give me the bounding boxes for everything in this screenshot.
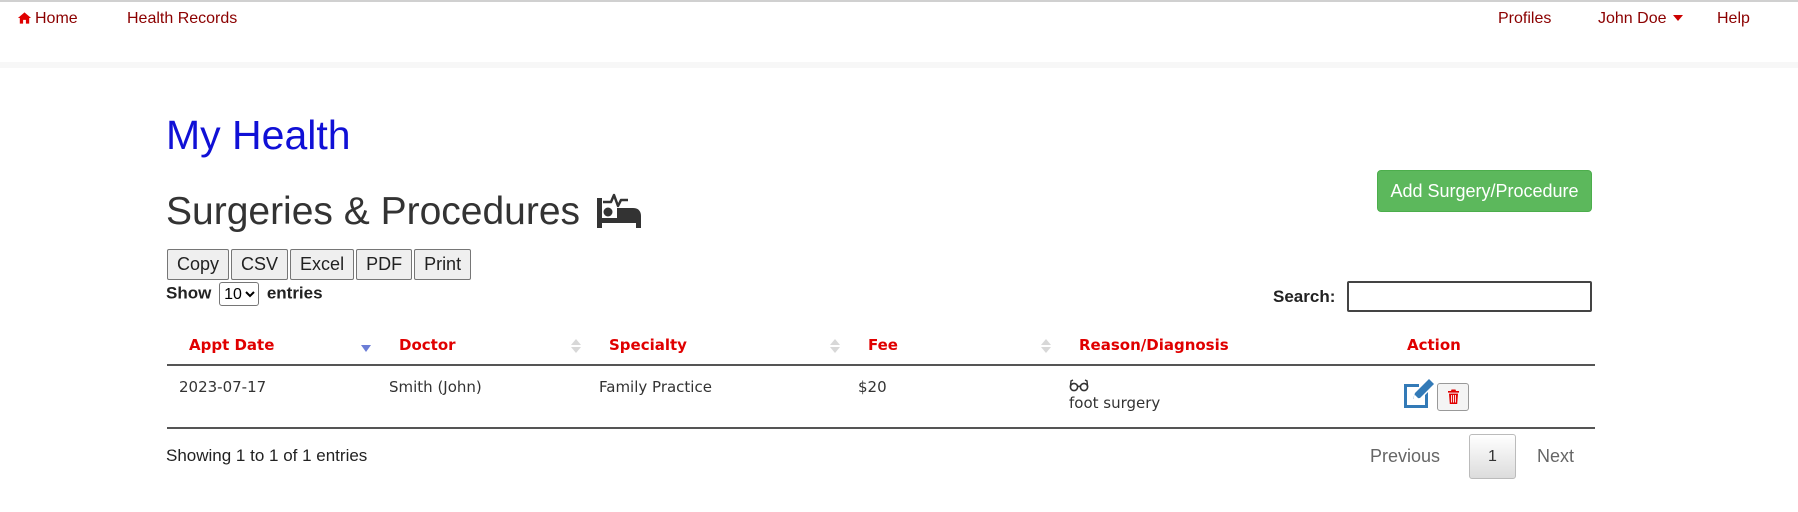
- nav-home-link[interactable]: Home: [17, 10, 78, 28]
- table-header-row: Appt Date Doctor Specialty Fee Reason/Di…: [167, 325, 1595, 366]
- cell-doctor: Smith (John): [377, 365, 587, 429]
- user-name: John Doe: [1598, 10, 1667, 27]
- nav-home-label: Home: [35, 10, 78, 27]
- cell-action: [1385, 365, 1595, 429]
- sort-icon: [1041, 339, 1051, 353]
- procedure-bed-icon: [596, 193, 641, 228]
- glasses-icon: [1069, 379, 1089, 392]
- header-appt-date-label: Appt Date: [189, 335, 275, 354]
- previous-page-button[interactable]: Previous: [1370, 446, 1440, 467]
- header-doctor-label: Doctor: [399, 335, 456, 354]
- entries-length-control: Show 10 entries: [166, 282, 323, 306]
- user-menu[interactable]: John Doe: [1598, 10, 1683, 28]
- sort-icon: [571, 339, 581, 353]
- search-label: Search:: [1273, 287, 1336, 306]
- home-icon: [17, 12, 32, 24]
- add-surgery-button[interactable]: Add Surgery/Procedure: [1377, 170, 1592, 212]
- table-info: Showing 1 to 1 of 1 entries: [166, 446, 368, 465]
- csv-button[interactable]: CSV: [231, 249, 289, 280]
- header-doctor[interactable]: Doctor: [377, 325, 587, 366]
- export-toolbar: Copy CSV Excel PDF Print: [167, 249, 473, 280]
- caret-down-icon: [1672, 15, 1683, 21]
- delete-button[interactable]: [1437, 383, 1469, 411]
- edit-icon[interactable]: [1401, 378, 1435, 414]
- table-row: 2023-07-17 Smith (John) Family Practice …: [167, 365, 1595, 429]
- page-1-button[interactable]: 1: [1469, 434, 1516, 479]
- cell-specialty: Family Practice: [587, 365, 846, 429]
- header-reason-label: Reason/Diagnosis: [1079, 335, 1229, 354]
- section-title-text: Surgeries & Procedures: [166, 190, 581, 233]
- header-action-label: Action: [1407, 335, 1461, 354]
- header-action: Action: [1385, 325, 1595, 366]
- sort-asc-icon: [361, 345, 371, 352]
- show-label: Show: [166, 283, 212, 303]
- header-specialty-label: Specialty: [609, 335, 687, 354]
- cell-fee: $20: [846, 365, 1057, 429]
- header-reason: Reason/Diagnosis: [1057, 325, 1385, 366]
- search-input[interactable]: [1347, 281, 1592, 312]
- print-button[interactable]: Print: [414, 249, 472, 280]
- entries-select[interactable]: 10: [219, 282, 260, 306]
- section-title: Surgeries & Procedures: [166, 190, 643, 234]
- header-appt-date[interactable]: Appt Date: [167, 325, 377, 366]
- excel-button[interactable]: Excel: [290, 249, 355, 280]
- entries-label: entries: [266, 283, 323, 303]
- navbar: Home Health Records Profiles John Doe He…: [0, 4, 1798, 68]
- pdf-button[interactable]: PDF: [356, 249, 413, 280]
- procedures-table: Appt Date Doctor Specialty Fee Reason/Di…: [167, 325, 1595, 429]
- header-fee-label: Fee: [868, 335, 898, 354]
- page-title: My Health: [166, 112, 351, 158]
- nav-health-records-link[interactable]: Health Records: [127, 10, 237, 28]
- header-fee[interactable]: Fee: [846, 325, 1057, 366]
- header-specialty[interactable]: Specialty: [587, 325, 846, 366]
- copy-button[interactable]: Copy: [167, 249, 230, 280]
- nav-profiles-link[interactable]: Profiles: [1498, 10, 1551, 28]
- next-page-button[interactable]: Next: [1537, 446, 1574, 467]
- nav-help-link[interactable]: Help: [1717, 10, 1750, 28]
- cell-appt-date: 2023-07-17: [167, 365, 377, 429]
- cell-reason: foot surgery: [1057, 365, 1385, 429]
- sort-icon: [830, 339, 840, 353]
- trash-icon: [1447, 389, 1459, 404]
- reason-text: foot surgery: [1069, 394, 1161, 412]
